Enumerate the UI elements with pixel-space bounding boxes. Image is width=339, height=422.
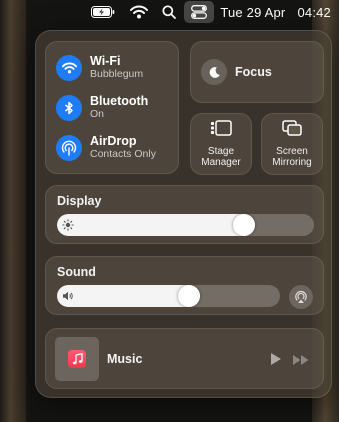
wifi-icon[interactable] — [122, 1, 156, 23]
stage-manager-label-2: Manager — [201, 157, 241, 168]
wallpaper-trunk-left — [0, 0, 26, 422]
screen-mirroring-button[interactable]: Screen Mirroring — [261, 113, 323, 175]
menu-bar: Tue 29 Apr 04:42 — [0, 0, 339, 24]
stage-manager-icon — [210, 120, 232, 141]
display-section: Display — [45, 185, 324, 244]
brightness-icon — [61, 218, 75, 232]
menubar-time[interactable]: 04:42 — [297, 5, 331, 20]
music-title: Music — [107, 352, 143, 366]
play-icon — [271, 353, 281, 365]
bluetooth-status: On — [90, 108, 105, 120]
bluetooth-title: Bluetooth — [90, 94, 149, 108]
now-playing-tile[interactable]: Music — [45, 328, 324, 389]
stage-manager-label-1: Stage — [207, 146, 235, 157]
fast-forward-button[interactable] — [292, 353, 310, 371]
focus-label: Focus — [235, 65, 272, 79]
wifi-toggle[interactable]: Wi‑Fi Bubblegum — [56, 55, 143, 81]
sound-label: Sound — [57, 265, 96, 279]
search-icon[interactable] — [156, 1, 182, 23]
sound-section: Sound — [45, 256, 324, 315]
airdrop-status: Contacts Only — [90, 148, 156, 160]
bluetooth-icon — [56, 95, 82, 121]
airdrop-toggle[interactable]: AirDrop Contacts Only — [56, 135, 156, 161]
airplay-audio-icon — [295, 290, 307, 303]
battery-charging-icon[interactable] — [84, 1, 122, 23]
fast-forward-icon — [293, 355, 309, 365]
wifi-title: Wi‑Fi — [90, 54, 121, 68]
stage-manager-button[interactable]: Stage Manager — [190, 113, 252, 175]
wifi-circle-icon — [56, 55, 82, 81]
sound-volume-slider[interactable] — [57, 285, 280, 307]
airdrop-title: AirDrop — [90, 134, 137, 148]
music-app-icon — [68, 350, 86, 368]
airdrop-icon — [56, 135, 82, 161]
connectivity-tile: Wi‑Fi Bubblegum Bluetooth On AirDrop Con… — [45, 41, 179, 174]
control-centre-icon[interactable] — [184, 1, 215, 23]
display-label: Display — [57, 194, 102, 208]
display-slider-knob[interactable] — [233, 214, 255, 236]
play-button[interactable] — [270, 352, 282, 371]
speaker-icon — [61, 289, 75, 303]
menubar-date[interactable]: Tue 29 Apr — [220, 5, 285, 20]
moon-icon — [201, 59, 227, 85]
screen-mirroring-icon — [282, 120, 302, 141]
bluetooth-toggle[interactable]: Bluetooth On — [56, 95, 148, 121]
focus-button[interactable]: Focus — [190, 41, 324, 103]
screen-mirroring-label-2: Mirroring — [272, 157, 312, 168]
display-slider-fill — [57, 214, 255, 236]
control-centre-panel: Wi‑Fi Bubblegum Bluetooth On AirDrop Con… — [35, 30, 332, 398]
sound-slider-knob[interactable] — [178, 285, 200, 307]
screen-mirroring-label-1: Screen — [276, 146, 308, 157]
airplay-audio-button[interactable] — [289, 285, 313, 309]
display-brightness-slider[interactable] — [57, 214, 314, 236]
wifi-network-name: Bubblegum — [90, 68, 144, 80]
album-artwork — [55, 337, 99, 381]
